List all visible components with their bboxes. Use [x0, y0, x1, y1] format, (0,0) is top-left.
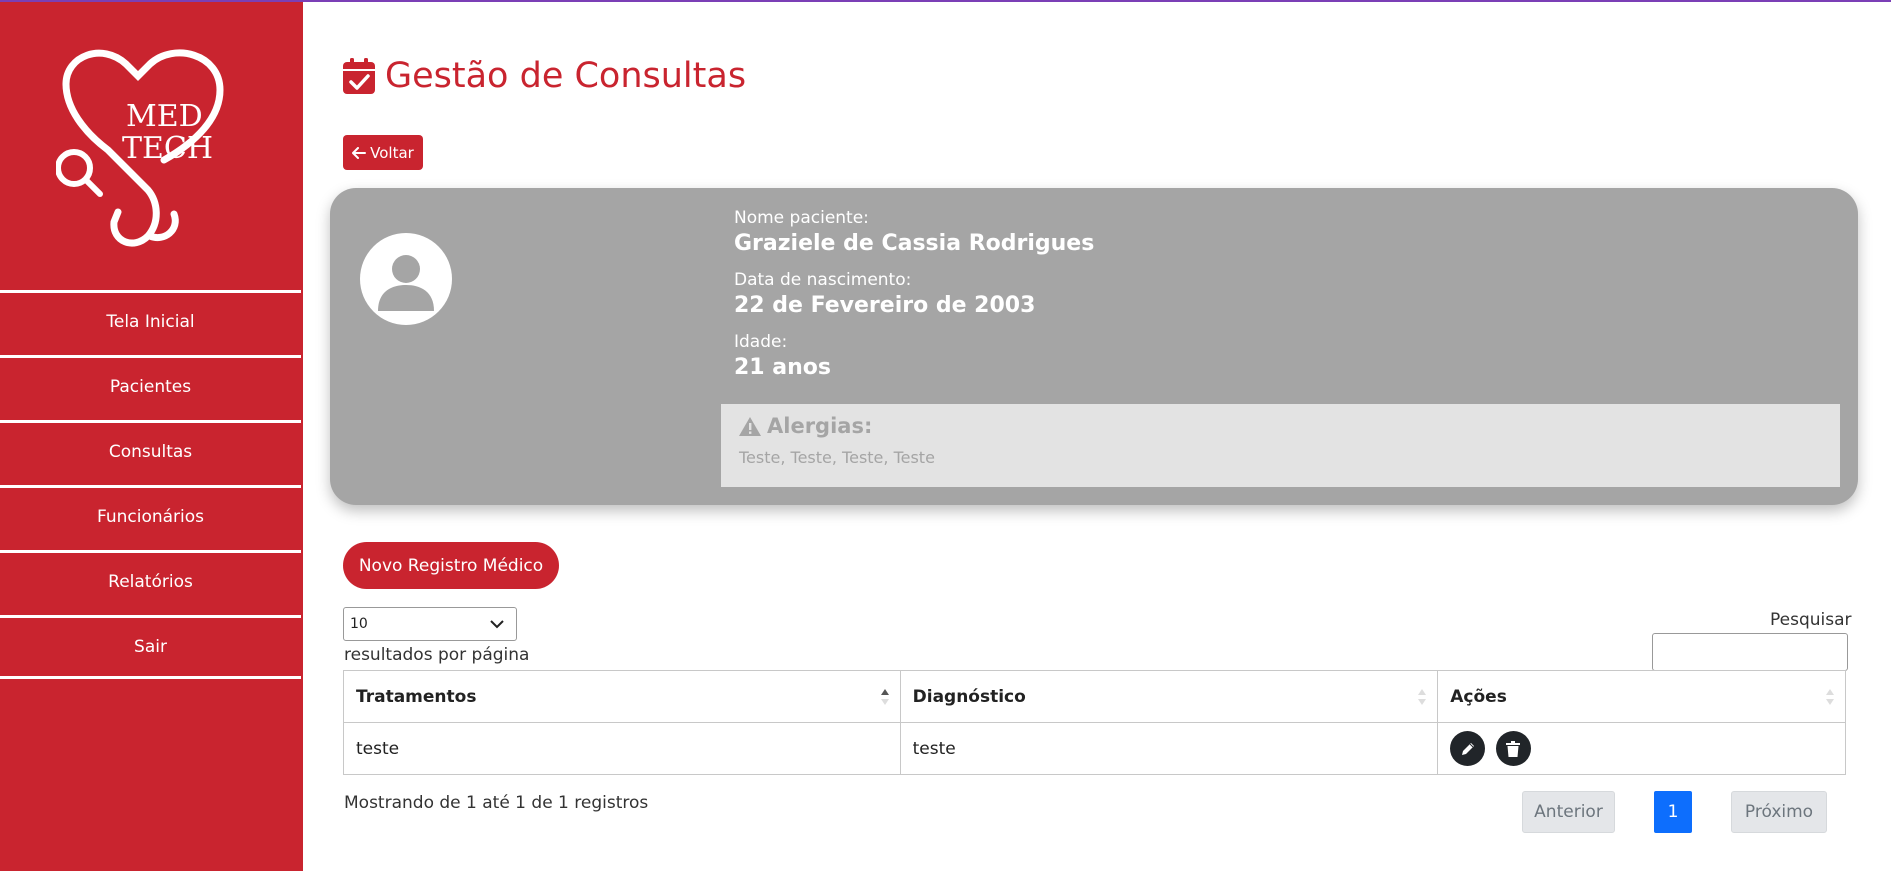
page-size-label: resultados por página — [344, 645, 530, 665]
sidebar-item-label: Consultas — [108, 442, 193, 462]
cell-diagnosis: teste — [899, 722, 1439, 775]
new-medical-record-button[interactable]: Novo Registro Médico — [343, 542, 559, 589]
page-size-select[interactable]: 10 — [343, 607, 517, 641]
delete-record-button[interactable] — [1495, 731, 1531, 766]
birth-date: 22 de Fevereiro de 2003 — [734, 293, 1036, 318]
sidebar-item-label: Pacientes — [109, 377, 192, 397]
page-title-text: Gestão de Consultas — [385, 56, 747, 96]
sidebar-item-sair[interactable]: Sair — [0, 615, 301, 679]
sidebar-item-label: Sair — [134, 637, 167, 657]
column-header-tratamentos[interactable]: Tratamentos — [343, 670, 901, 723]
pagination-next-button[interactable]: Próximo — [1731, 791, 1827, 833]
trash-icon — [1506, 740, 1521, 757]
page-title: Gestão de Consultas — [343, 56, 746, 96]
top-accent-line — [0, 0, 1891, 2]
column-header-label: Ações — [1450, 686, 1507, 707]
allergies-box: Alergias: Teste, Teste, Teste, Teste — [721, 404, 1840, 487]
patient-name-label: Nome paciente: — [734, 208, 869, 228]
arrow-left-icon — [352, 146, 367, 159]
user-avatar-icon — [378, 255, 434, 311]
sidebar-nav: Tela Inicial Pacientes Consultas Funcion… — [0, 290, 301, 683]
age-value: 21 anos — [734, 355, 831, 380]
allergies-heading: Alergias: — [739, 414, 1822, 438]
sort-icon — [880, 689, 889, 705]
patient-card: Nome paciente: Graziele de Cassia Rodrig… — [330, 188, 1858, 505]
birth-date-label: Data de nascimento: — [734, 270, 912, 290]
page-size-value: 10 — [350, 616, 368, 632]
cell-treatment: teste — [343, 722, 901, 775]
column-header-label: Tratamentos — [356, 686, 477, 707]
patient-info: Nome paciente: Graziele de Cassia Rodrig… — [734, 208, 1094, 394]
records-table: Tratamentos Diagnóstico Ações teste test… — [343, 670, 1846, 775]
sidebar-item-relatorios[interactable]: Relatórios — [0, 550, 301, 611]
medtech-logo: MED TECH — [56, 49, 224, 247]
svg-text:TECH: TECH — [122, 131, 213, 166]
patient-name: Graziele de Cassia Rodrigues — [734, 231, 1095, 256]
edit-record-button[interactable] — [1450, 731, 1486, 766]
table-row: teste teste — [343, 722, 1846, 775]
svg-text:MED: MED — [126, 99, 203, 134]
sidebar-item-label: Tela Inicial — [106, 312, 195, 332]
search-label: Pesquisar — [1770, 610, 1852, 630]
sidebar-item-label: Relatórios — [108, 572, 193, 592]
sidebar-item-pacientes[interactable]: Pacientes — [0, 355, 301, 416]
cell-actions — [1437, 722, 1846, 775]
back-button-label: Voltar — [370, 143, 414, 162]
sidebar-item-label: Funcionários — [96, 507, 205, 527]
pagination-previous-button[interactable]: Anterior — [1522, 791, 1615, 833]
column-header-diagnostico[interactable]: Diagnóstico — [899, 670, 1439, 723]
table-header-row: Tratamentos Diagnóstico Ações — [343, 670, 1846, 723]
allergies-list: Teste, Teste, Teste, Teste — [739, 448, 935, 467]
sidebar-item-funcionarios[interactable]: Funcionários — [0, 485, 301, 546]
table-summary: Mostrando de 1 até 1 de 1 registros — [344, 793, 649, 813]
warning-triangle-icon — [739, 416, 761, 436]
search-input[interactable] — [1652, 633, 1848, 671]
column-header-acoes[interactable]: Ações — [1437, 670, 1846, 723]
pencil-icon — [1461, 742, 1474, 755]
sort-icon — [1826, 689, 1834, 705]
column-header-label: Diagnóstico — [912, 686, 1026, 707]
avatar — [360, 233, 452, 325]
chevron-down-icon — [490, 619, 504, 628]
sidebar-item-tela-inicial[interactable]: Tela Inicial — [0, 290, 301, 351]
allergies-title: Alergias: — [767, 414, 873, 438]
back-button[interactable]: Voltar — [343, 135, 423, 170]
pagination-page-1[interactable]: 1 — [1654, 791, 1692, 833]
sidebar: MED TECH Tela Inicial Pacientes Consulta… — [0, 0, 303, 871]
sort-icon — [1418, 689, 1427, 705]
age-label: Idade: — [734, 332, 788, 352]
sidebar-item-consultas[interactable]: Consultas — [0, 420, 301, 481]
calendar-check-icon — [343, 58, 375, 94]
